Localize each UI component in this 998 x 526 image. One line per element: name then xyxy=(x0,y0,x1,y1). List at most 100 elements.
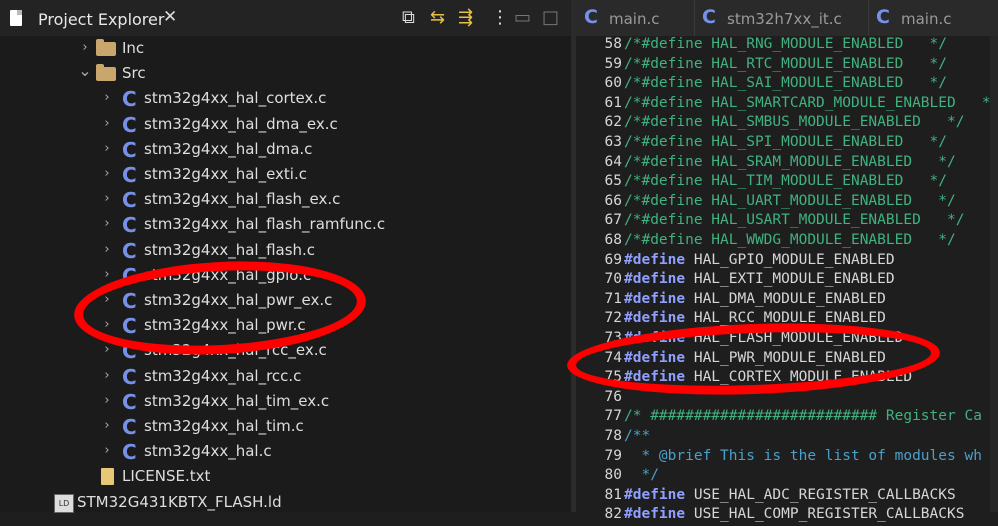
code-text: #define HAL_CORTEX_MODULE_ENABLED xyxy=(624,369,912,385)
tree-item[interactable]: › Cstm32g4xx_hal_rcc_ex.c xyxy=(0,338,571,363)
keyword-token: #define xyxy=(624,486,686,503)
tree-item[interactable]: › Cstm32g4xx_hal_tim.c xyxy=(0,414,571,439)
line-number: 58 xyxy=(604,36,622,52)
chevron-right-icon[interactable]: › xyxy=(100,292,114,307)
chevron-right-icon[interactable]: › xyxy=(100,116,114,131)
chevron-right-icon[interactable]: › xyxy=(100,342,114,357)
chevron-right-icon[interactable]: › xyxy=(100,393,114,408)
c-file-icon: C xyxy=(122,339,137,364)
editor-scrollbar[interactable] xyxy=(990,36,998,512)
tree-item[interactable]: ⌄ Src xyxy=(0,61,571,86)
chevron-right-icon[interactable]: › xyxy=(100,141,114,156)
tree-item[interactable]: › Cstm32g4xx_hal_pwr.c xyxy=(0,313,571,338)
link-with-editor-icon[interactable]: ⇆ xyxy=(430,7,445,28)
collapse-all-icon[interactable]: ⧉ xyxy=(402,7,415,28)
line-number: 61 xyxy=(604,94,622,111)
tree-item[interactable]: › Cstm32g4xx_hal_dma.c xyxy=(0,137,571,162)
code-line: 79 * @brief This is the list of modules … xyxy=(576,448,998,468)
line-number: 76 xyxy=(604,388,622,405)
comment-token: /* ########################## Register C… xyxy=(624,408,982,425)
code-editor[interactable]: 58/*#define HAL_RNG_MODULE_ENABLED */59/… xyxy=(576,36,998,522)
filter-icon[interactable]: ⇶ xyxy=(458,7,473,28)
code-text: /*#define HAL_SMBUS_MODULE_ENABLED */ xyxy=(624,114,964,130)
code-text: #define USE_HAL_ADC_REGISTER_CALLBACKS xyxy=(624,487,956,503)
code-text: /*#define HAL_RTC_MODULE_ENABLED */ xyxy=(624,56,947,72)
line-number: 59 xyxy=(604,55,622,72)
tree-item[interactable]: › Cstm32g4xx_hal_rcc.c xyxy=(0,364,571,389)
code-text: #define HAL_EXTI_MODULE_ENABLED xyxy=(624,271,895,287)
chevron-right-icon[interactable]: › xyxy=(100,166,114,181)
chevron-right-icon[interactable]: › xyxy=(100,242,114,257)
tree-item-label: stm32g4xx_hal_cortex.c xyxy=(144,89,327,108)
editor-tab[interactable]: Cmain.c xyxy=(576,0,695,36)
editor-tab[interactable]: Cstm32h7xx_it.c xyxy=(694,0,869,36)
view-menu-icon[interactable]: ⋮ xyxy=(491,7,509,28)
minimize-icon[interactable]: ▭ xyxy=(514,7,531,28)
tree-item-label: stm32g4xx_hal_tim_ex.c xyxy=(144,391,330,410)
comment-token: /*#define HAL_SAI_MODULE_ENABLED */ xyxy=(624,75,948,92)
c-file-icon: C xyxy=(122,415,137,439)
code-line: 61/*#define HAL_SMARTCARD_MODULE_ENABLED… xyxy=(576,95,998,115)
editor-tab-label: stm32h7xx_it.c xyxy=(727,10,842,28)
comment-token: /*#define HAL_SMBUS_MODULE_ENABLED */ xyxy=(624,114,965,131)
chevron-right-icon[interactable]: › xyxy=(100,368,114,383)
macro-token: HAL_CORTEX_MODULE_ENABLED xyxy=(685,369,913,386)
line-number: 75 xyxy=(604,369,622,386)
macro-token: HAL_GPIO_MODULE_ENABLED xyxy=(685,251,895,268)
chevron-right-icon[interactable]: › xyxy=(100,443,114,458)
chevron-right-icon[interactable]: › xyxy=(100,267,114,282)
macro-token: USE_HAL_COMP_REGISTER_CALLBACKS xyxy=(685,506,965,523)
tree-item[interactable]: › Cstm32g4xx_hal_cortex.c xyxy=(0,86,571,111)
chevron-right-icon[interactable]: › xyxy=(100,317,114,332)
chevron-right-icon[interactable]: › xyxy=(100,216,114,231)
tree-item-label: Src xyxy=(122,64,146,83)
line-number: 79 xyxy=(604,447,622,464)
editor-tab[interactable]: Cmain.c xyxy=(868,0,998,36)
chevron-right-icon[interactable]: › xyxy=(100,191,114,206)
code-line: 73 #define HAL_FLASH_MODULE_ENABLED xyxy=(576,330,998,350)
c-file-icon: C xyxy=(122,440,137,465)
doc-comment-token: /** xyxy=(624,428,651,444)
tree-item[interactable]: › Inc xyxy=(0,36,571,61)
tree-item[interactable]: › Cstm32g4xx_hal_flash_ex.c xyxy=(0,187,571,212)
chevron-right-icon[interactable]: › xyxy=(78,40,92,55)
maximize-icon[interactable]: □ xyxy=(542,7,559,28)
macro-token: USE_HAL_ADC_REGISTER_CALLBACKS xyxy=(685,486,956,503)
tree-item[interactable]: › Cstm32g4xx_hal_exti.c xyxy=(0,162,571,187)
tree-item-label: stm32g4xx_hal_rcc_ex.c xyxy=(144,341,327,360)
line-number: 60 xyxy=(604,75,622,92)
line-number: 62 xyxy=(604,114,622,131)
chevron-right-icon[interactable]: › xyxy=(100,90,114,105)
line-number: 63 xyxy=(604,134,622,150)
tree-item[interactable]: › Cstm32g4xx_hal_flash_ramfunc.c xyxy=(0,212,571,237)
panel-title: Project Explorer xyxy=(38,10,165,29)
code-text: /** xyxy=(624,428,650,444)
tree-item-label: stm32g4xx_hal_rcc.c xyxy=(144,366,302,385)
close-icon[interactable]: ✕ xyxy=(163,7,177,27)
code-text: /*#define HAL_USART_MODULE_ENABLED */ xyxy=(624,212,964,228)
chevron-down-icon[interactable]: ⌄ xyxy=(78,61,92,80)
line-number: 67 xyxy=(604,212,622,229)
keyword-token: #define xyxy=(624,330,686,346)
line-number: 78 xyxy=(604,428,622,444)
c-file-icon: C xyxy=(122,163,137,187)
tree-item[interactable]: › Cstm32g4xx_hal_dma_ex.c xyxy=(0,112,571,137)
tree-item[interactable]: › Cstm32g4xx_hal_flash.c xyxy=(0,238,571,263)
line-number: 66 xyxy=(604,192,622,209)
chevron-right-icon[interactable]: › xyxy=(100,418,114,433)
tree-item[interactable]: LICENSE.txt xyxy=(0,464,571,489)
tree-item[interactable]: › Cstm32g4xx_hal_pwr_ex.c xyxy=(0,288,571,313)
keyword-token: #define xyxy=(624,290,686,307)
comment-token: /*#define HAL_SMARTCARD_MODULE_ENABLED *… xyxy=(624,94,998,111)
code-text: /*#define HAL_SPI_MODULE_ENABLED */ xyxy=(624,134,947,150)
editor-tabs: Cmain.c Cstm32h7xx_it.c Cmain.c xyxy=(576,0,998,36)
line-number: 64 xyxy=(604,153,622,170)
comment-token: /*#define HAL_USART_MODULE_ENABLED */ xyxy=(624,212,965,229)
code-text: /* ########################## Register C… xyxy=(624,408,982,424)
tree-item[interactable]: › Cstm32g4xx_hal_tim_ex.c xyxy=(0,389,571,414)
tree-item[interactable]: › Cstm32g4xx_hal.c xyxy=(0,439,571,464)
tree-item[interactable]: LD STM32G431KBTX_FLASH.ld xyxy=(0,490,571,515)
tree-item-label: Inc xyxy=(122,39,145,57)
code-line: 71 #define HAL_DMA_MODULE_ENABLED xyxy=(576,291,998,311)
tree-item[interactable]: › Cstm32g4xx_hal_gpio.c xyxy=(0,263,571,288)
